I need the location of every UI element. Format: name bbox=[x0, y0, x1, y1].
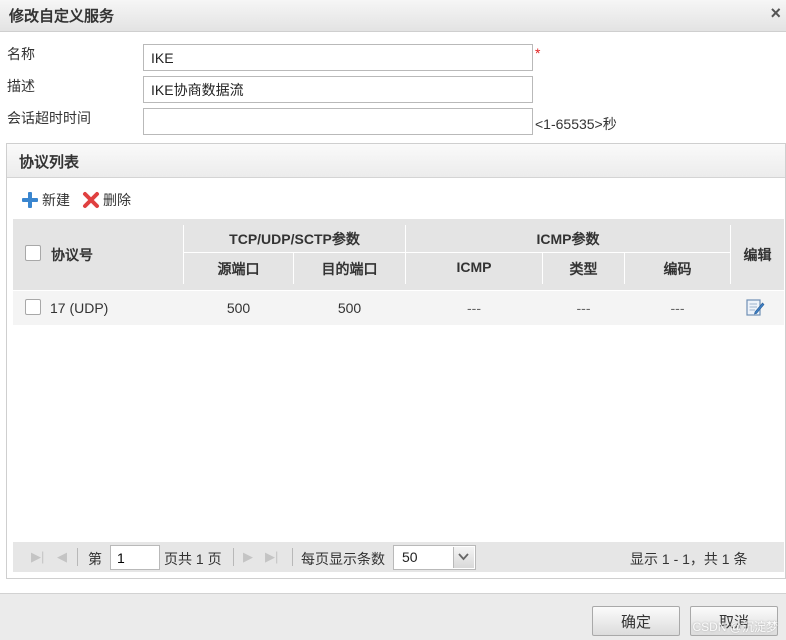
panel-header: 协议列表 bbox=[7, 144, 785, 178]
dialog-footer: 确定 取消 CSDN @沉淀梦 bbox=[0, 593, 786, 640]
col-src-port[interactable]: 源端口 bbox=[184, 259, 293, 279]
col-type[interactable]: 类型 bbox=[543, 259, 624, 279]
page-prefix: 第 bbox=[88, 551, 102, 567]
cell-protocol: 17 (UDP) bbox=[50, 300, 109, 316]
table-row: 17 (UDP) 500 500 --- --- --- bbox=[13, 291, 784, 325]
col-edit: 编辑 bbox=[743, 247, 772, 263]
desc-input[interactable] bbox=[143, 76, 533, 103]
name-row: 名称 * bbox=[0, 44, 786, 72]
per-page-label: 每页显示条数 bbox=[301, 551, 385, 567]
header-divider bbox=[184, 252, 730, 253]
delete-x-icon bbox=[83, 192, 99, 208]
desc-label: 描述 bbox=[7, 78, 35, 94]
page-number-input[interactable] bbox=[110, 545, 160, 570]
name-label: 名称 bbox=[7, 46, 35, 62]
pagination-bar: ▶| ◀ 第 页共 1 页 ▶ ▶| 每页显示条数 50 显示 1 - 1，共 … bbox=[13, 542, 784, 572]
add-button[interactable]: 新建 bbox=[21, 190, 70, 210]
col-group-icmp: ICMP参数 bbox=[536, 231, 600, 247]
timeout-row: 会话超时时间 <1-65535>秒 bbox=[0, 108, 786, 136]
pager-separator bbox=[292, 548, 293, 566]
delete-label: 删除 bbox=[103, 192, 131, 208]
col-dst-port[interactable]: 目的端口 bbox=[294, 259, 405, 279]
col-protocol[interactable]: 协议号 bbox=[51, 245, 93, 265]
record-summary: 显示 1 - 1，共 1 条 bbox=[630, 551, 748, 567]
select-all-checkbox[interactable] bbox=[25, 245, 41, 261]
plus-icon bbox=[22, 192, 38, 208]
page-total: 页共 1 页 bbox=[164, 551, 222, 567]
desc-row: 描述 bbox=[0, 76, 786, 104]
chevron-down-icon[interactable] bbox=[453, 547, 474, 568]
timeout-hint: <1-65535>秒 bbox=[535, 116, 617, 132]
col-code[interactable]: 编码 bbox=[625, 259, 730, 279]
delete-button[interactable]: 删除 bbox=[82, 190, 131, 210]
dialog-title: 修改自定义服务 bbox=[9, 8, 115, 25]
cell-type: --- bbox=[576, 300, 591, 316]
col-group-tcp: TCP/UDP/SCTP参数 bbox=[229, 231, 360, 247]
cell-src-port: 500 bbox=[226, 300, 251, 316]
timeout-input[interactable] bbox=[143, 108, 533, 135]
grid-header: 协议号 TCP/UDP/SCTP参数 源端口 目的端口 ICMP参数 ICMP … bbox=[13, 219, 784, 290]
ok-button[interactable]: 确定 bbox=[592, 606, 680, 636]
row-checkbox[interactable] bbox=[25, 299, 41, 315]
dialog-titlebar: 修改自定义服务 × bbox=[0, 0, 786, 32]
pager-separator bbox=[233, 548, 234, 566]
protocol-panel: 协议列表 新建 删除 协议号 TCP/UDP/SCTP参数 源端口 目的端口 I… bbox=[6, 143, 786, 579]
timeout-label: 会话超时时间 bbox=[7, 110, 91, 126]
name-input[interactable] bbox=[143, 44, 533, 71]
edit-icon[interactable] bbox=[745, 297, 765, 317]
col-icmp[interactable]: ICMP bbox=[406, 259, 542, 275]
cell-code: --- bbox=[670, 300, 685, 316]
add-label: 新建 bbox=[42, 192, 70, 208]
prev-page-icon[interactable]: ◀ bbox=[57, 549, 67, 565]
per-page-value: 50 bbox=[402, 549, 418, 565]
pager-separator bbox=[77, 548, 78, 566]
next-page-icon[interactable]: ▶ bbox=[243, 549, 253, 565]
last-page-icon[interactable]: ▶| bbox=[265, 549, 278, 565]
close-icon[interactable]: × bbox=[770, 3, 781, 24]
required-mark: * bbox=[535, 45, 541, 61]
panel-title: 协议列表 bbox=[19, 154, 80, 171]
first-page-icon[interactable]: ▶| bbox=[31, 549, 44, 565]
watermark: CSDN @沉淀梦 bbox=[692, 620, 778, 634]
cell-icmp: --- bbox=[467, 300, 481, 316]
per-page-select[interactable]: 50 bbox=[393, 545, 476, 570]
cell-dst-port: 500 bbox=[337, 300, 362, 316]
